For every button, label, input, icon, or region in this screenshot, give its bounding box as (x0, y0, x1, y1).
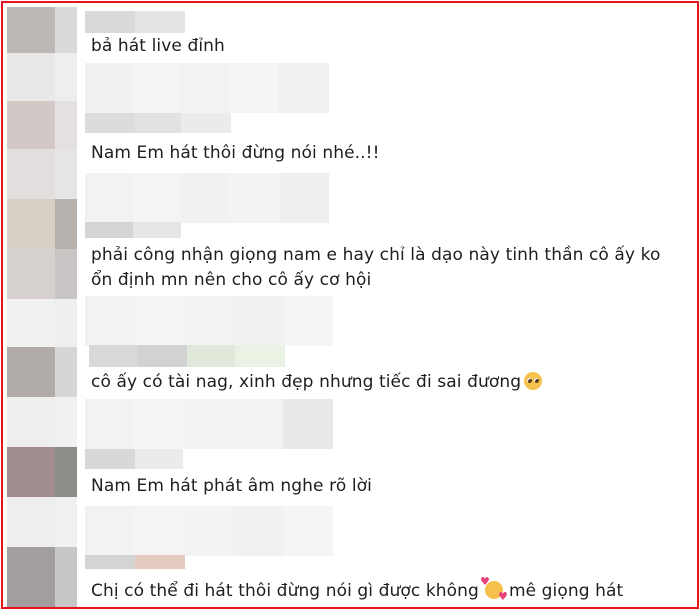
author-name[interactable] (85, 113, 135, 133)
avatar[interactable] (7, 547, 55, 607)
blurred-comment (283, 296, 333, 346)
comment-text-content: mê giọng hát (508, 581, 624, 601)
blurred-comment (183, 506, 233, 556)
avatar[interactable] (55, 447, 77, 497)
avatar[interactable] (55, 497, 77, 547)
comment-text-content: Chị có thể đi hát thôi đừng nói gì được … (91, 581, 479, 601)
author-name[interactable] (187, 345, 235, 367)
avatar[interactable] (55, 249, 77, 299)
comment-text: cô ấy có tài nag, xinh đẹp nhưng tiếc đi… (91, 372, 543, 392)
author-name[interactable] (135, 11, 185, 33)
author-name[interactable] (135, 113, 181, 133)
pleading-face-icon (524, 372, 543, 390)
blurred-comment (133, 506, 183, 556)
blurred-comment (135, 296, 183, 346)
comment-text: Chị có thể đi hát thôi đừng nói gì được … (91, 575, 624, 603)
avatar[interactable] (7, 7, 55, 53)
avatar[interactable] (55, 101, 77, 149)
avatar[interactable] (7, 347, 55, 397)
avatar[interactable] (7, 497, 55, 547)
comment-text: Nam Em hát thôi đừng nói nhé..!! (91, 143, 380, 163)
avatar[interactable] (7, 299, 55, 347)
blurred-comment (133, 63, 181, 113)
blurred-comment (133, 173, 181, 223)
avatar[interactable] (55, 53, 77, 101)
blurred-comment (283, 399, 333, 449)
blurred-comment (233, 506, 283, 556)
blurred-comment (85, 63, 133, 113)
blurred-comment (229, 63, 279, 113)
avatar[interactable] (7, 249, 55, 299)
blurred-comment (85, 296, 135, 346)
blurred-comment (279, 63, 329, 113)
comment-text: phải công nhận giọng nam e hay chỉ là dạ… (91, 245, 661, 290)
blurred-comment (233, 399, 283, 449)
avatar[interactable] (55, 347, 77, 397)
author-name[interactable] (85, 555, 135, 569)
avatar[interactable] (7, 199, 55, 249)
avatar[interactable] (7, 101, 55, 149)
blurred-comment (181, 63, 229, 113)
author-name[interactable] (133, 222, 181, 238)
avatar[interactable] (7, 447, 55, 497)
blurred-comment (85, 399, 133, 449)
comment-screenshot-frame: bả hát live đỉnh Nam Em hát thôi đừng nó… (1, 1, 699, 609)
blurred-comment (85, 173, 133, 223)
blurred-comment (233, 296, 283, 346)
smiling-face-with-hearts-icon (480, 575, 508, 603)
author-name[interactable] (135, 449, 183, 469)
avatar[interactable] (7, 149, 55, 199)
avatar[interactable] (55, 149, 77, 199)
avatar[interactable] (55, 299, 77, 347)
author-name[interactable] (85, 11, 135, 33)
author-name[interactable] (85, 449, 135, 469)
avatar[interactable] (55, 7, 77, 53)
comment-text: bả hát live đỉnh (91, 36, 225, 56)
blurred-comment (133, 399, 183, 449)
avatar[interactable] (7, 53, 55, 101)
author-name[interactable] (135, 555, 185, 569)
avatar[interactable] (7, 397, 55, 447)
blurred-comment (279, 173, 329, 223)
blurred-comment (181, 173, 229, 223)
comment-text: Nam Em hát phát âm nghe rõ lời (91, 476, 372, 496)
avatar[interactable] (55, 199, 77, 249)
blurred-comment (183, 399, 233, 449)
blurred-comment (229, 173, 279, 223)
author-name[interactable] (89, 345, 137, 367)
avatar[interactable] (55, 397, 77, 447)
blurred-comment (183, 296, 233, 346)
blurred-comment (85, 506, 133, 556)
author-name[interactable] (137, 345, 187, 367)
author-name[interactable] (235, 345, 285, 367)
author-name[interactable] (181, 113, 231, 133)
avatar[interactable] (55, 547, 77, 607)
blurred-comment (283, 506, 333, 556)
author-name[interactable] (85, 222, 133, 238)
comment-text-content: cô ấy có tài nag, xinh đẹp nhưng tiếc đi… (91, 372, 522, 392)
